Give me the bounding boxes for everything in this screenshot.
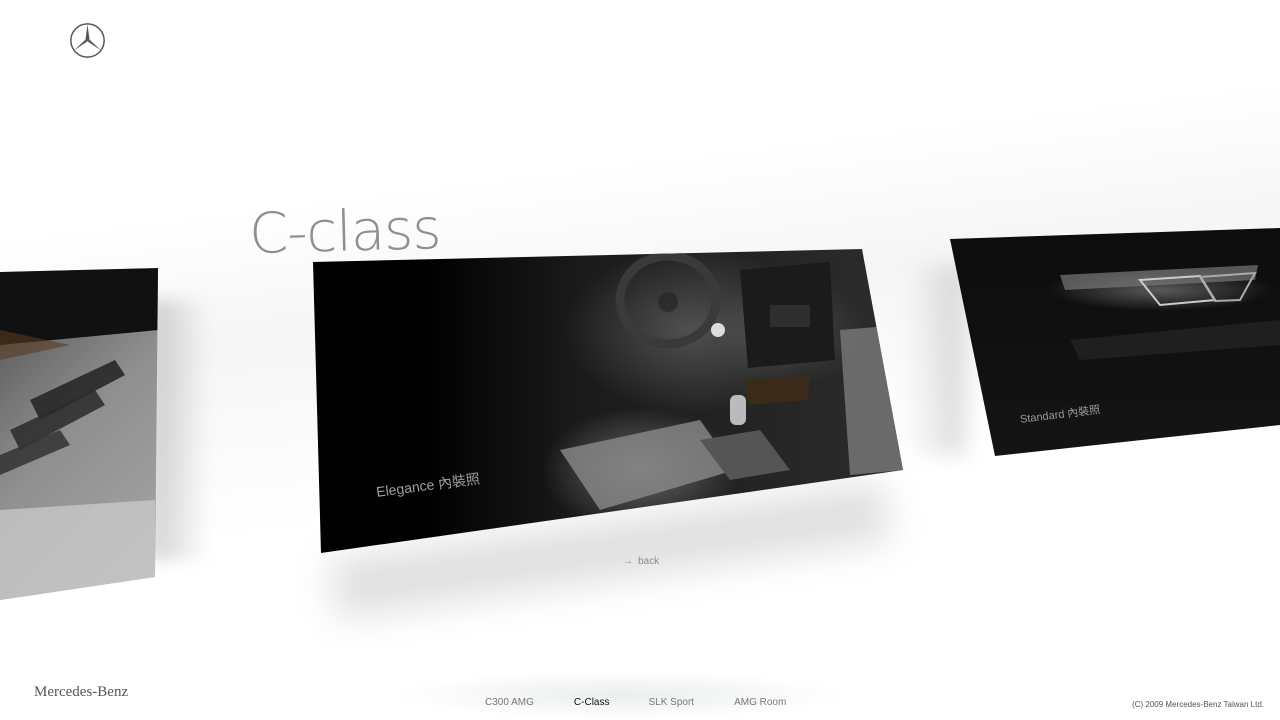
right-panel-shadow: [905, 265, 965, 455]
nav-item-c300-amg[interactable]: C300 AMG: [485, 697, 534, 708]
arrow-right-icon: →: [623, 556, 633, 567]
footer-glow: [390, 670, 850, 720]
bottom-nav: C300 AMG C-Class SLK Sport AMG Room: [485, 697, 786, 708]
brand-wordmark[interactable]: Mercedes-Benz: [34, 684, 128, 701]
back-label: back: [638, 556, 660, 567]
copyright-text: (C) 2009 Mercedes-Benz Taiwan Ltd.: [1132, 700, 1264, 709]
nav-item-c-class[interactable]: C-Class: [574, 697, 610, 708]
nav-item-amg-room[interactable]: AMG Room: [734, 697, 786, 708]
mercedes-star-icon[interactable]: [69, 22, 106, 59]
back-link[interactable]: → back: [623, 556, 659, 567]
page-title: C-class: [248, 197, 442, 267]
left-panel-shadow: [150, 300, 210, 560]
stage: C-class Elegance 內裝照 Standard 內裝照 → back…: [0, 0, 1280, 720]
nav-item-slk-sport[interactable]: SLK Sport: [648, 697, 694, 708]
